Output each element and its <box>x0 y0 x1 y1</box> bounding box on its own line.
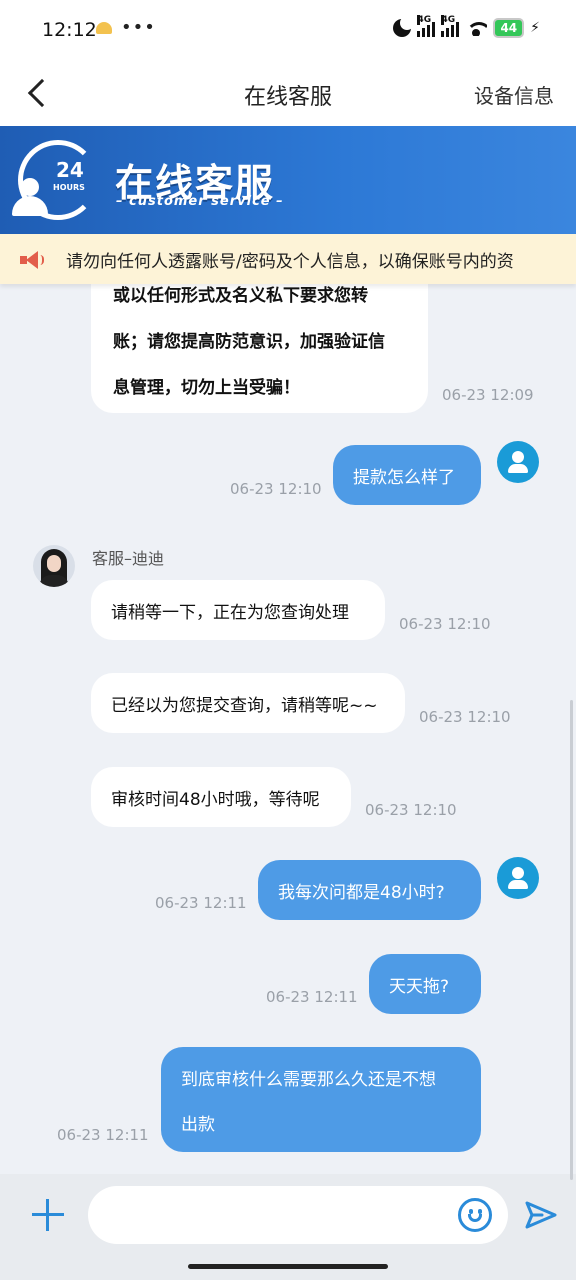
notice-text: 请勿向任何人透露账号/密码及个人信息，以确保账号内的资 <box>66 252 514 272</box>
logo-number: 24 <box>56 158 84 182</box>
home-bar-area <box>0 1254 576 1280</box>
signal-icon: 4G <box>417 15 436 37</box>
agent-message: 请稍等一下，正在为您查询处理 <box>91 580 385 640</box>
message-line: 到底审核什么需要那么久还是不想 <box>181 1069 436 1090</box>
message-time: 06-23 12:10 <box>399 615 491 633</box>
megaphone-icon <box>18 250 46 270</box>
user-message: 天天拖? <box>369 954 481 1014</box>
send-icon <box>525 1201 557 1229</box>
user-avatar-icon <box>497 441 539 483</box>
user-avatar-icon <box>497 857 539 899</box>
message-line: 息管理，切勿上当受骗！ <box>113 378 300 398</box>
message-time: 06-23 12:11 <box>57 1126 149 1144</box>
message-line: 出款 <box>181 1114 215 1135</box>
battery-indicator: 44 <box>493 18 525 38</box>
charging-icon: ⚡ <box>530 20 540 36</box>
notification-icon <box>96 22 112 34</box>
status-icons: 4G 4G 44 ⚡ <box>393 15 540 38</box>
network-type-label: 4G <box>417 15 432 25</box>
chat-scrollbar[interactable] <box>570 700 573 1180</box>
banner-subtitle: – customer service – <box>116 194 284 209</box>
agent-message: 审核时间48小时哦，等待呢 <box>91 767 351 827</box>
app-header: 在线客服 设备信息 <box>0 60 576 126</box>
user-message: 提款怎么样了 <box>333 445 481 505</box>
network-type-label: 4G <box>441 15 456 25</box>
message-time: 06-23 12:10 <box>419 708 511 726</box>
send-button[interactable] <box>524 1200 558 1230</box>
device-info-button[interactable]: 设备信息 <box>474 80 554 109</box>
do-not-disturb-icon <box>393 16 415 37</box>
logo-hours-label: HOURS <box>53 183 85 192</box>
notice-bar: 请勿向任何人透露账号/密码及个人信息，以确保账号内的资 <box>0 234 576 284</box>
agent-avatar <box>33 545 75 587</box>
status-bar: 12:12 ••• 4G 4G 44 ⚡ <box>0 0 576 60</box>
message-time: 06-23 12:10 <box>365 801 457 819</box>
message-time: 06-23 12:11 <box>266 988 358 1006</box>
agent-message: 已经以为您提交查询，请稍等呢~~ <box>91 673 405 733</box>
message-time: 06-23 12:09 <box>442 386 534 404</box>
message-time: 06-23 12:10 <box>230 480 322 498</box>
add-attachment-button[interactable] <box>32 1199 64 1231</box>
customer-service-banner: 24 HOURS 在线客服 – customer service – <box>0 126 576 234</box>
headset-agent-icon <box>12 178 48 216</box>
wifi-icon <box>465 20 488 36</box>
message-time: 06-23 12:11 <box>155 894 247 912</box>
status-time: 12:12 <box>42 19 97 41</box>
message-line: 账；请您提高防范意识，加强验证信 <box>113 332 385 352</box>
back-button[interactable] <box>26 76 56 110</box>
more-notifications-icon: ••• <box>121 17 156 38</box>
user-message: 到底审核什么需要那么久还是不想 出款 <box>161 1047 481 1152</box>
agent-name: 客服–迪迪 <box>92 549 165 568</box>
message-composer <box>0 1174 576 1254</box>
user-message: 我每次问都是48小时? <box>258 860 481 920</box>
signal-icon: 4G <box>441 15 460 37</box>
message-input[interactable] <box>88 1186 508 1244</box>
home-indicator[interactable] <box>188 1264 388 1269</box>
message-line: 或以任何形式及名义私下要求您转 <box>113 286 368 306</box>
emoji-button[interactable] <box>458 1198 492 1232</box>
